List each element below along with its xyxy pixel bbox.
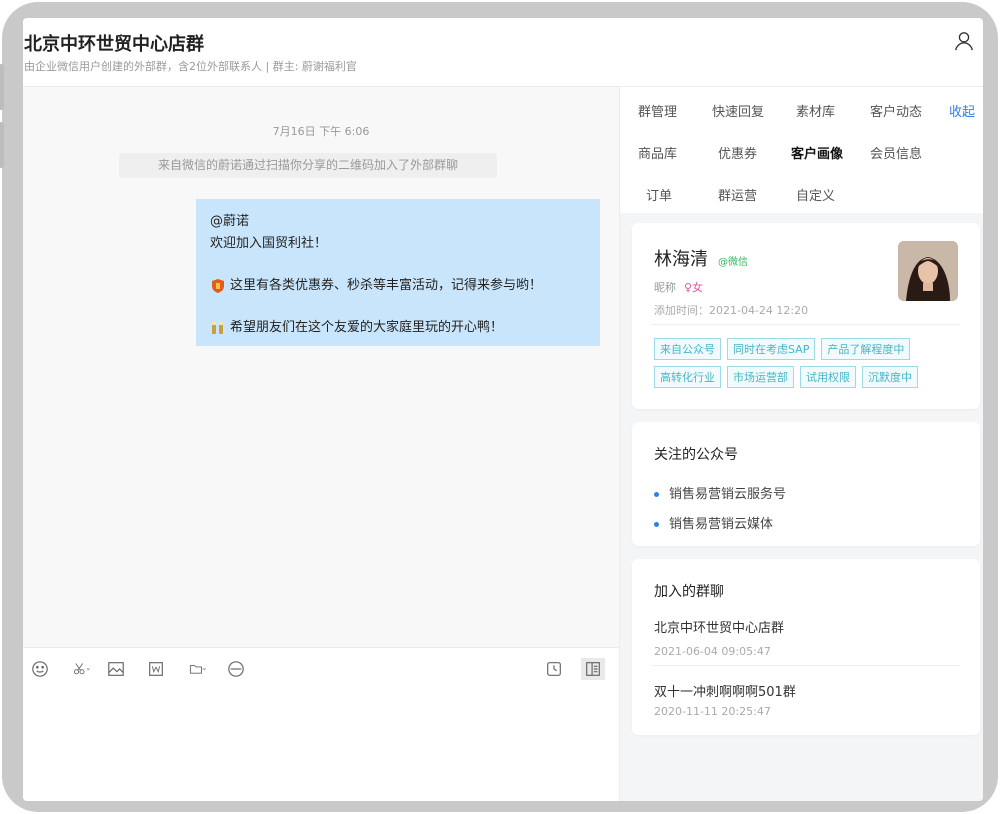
customer-tag[interactable]: 市场运营部 <box>727 366 794 388</box>
message-text: 这里有各类优惠券、秒杀等丰富活动，记得来参与哟！ <box>230 278 543 293</box>
customer-tag[interactable]: 来自公众号 <box>654 338 721 360</box>
divider <box>652 665 960 666</box>
profile-card: 林海清 @微信 昵称 ♀女 添加时间：2021-04-24 12:20 来自公众… <box>632 223 980 409</box>
added-time-label: 添加时间： <box>654 304 709 317</box>
minus-circle-icon[interactable] <box>225 658 247 680</box>
message-text: 希望朋友们在这个友爱的大家庭里玩的开心鸭！ <box>230 320 504 335</box>
tab-customer-dynamics[interactable]: 客户动态 <box>870 101 922 120</box>
folder-icon[interactable] <box>183 658 213 680</box>
tab-quick-reply[interactable]: 快速回复 <box>712 101 764 120</box>
message-time: 7月16日 下午 6:06 <box>272 125 370 138</box>
customer-nickname: 昵称 ♀女 <box>654 279 703 295</box>
tab-collapse[interactable]: 收起 <box>949 101 975 120</box>
added-time: 添加时间：2021-04-24 12:20 <box>654 302 808 318</box>
customer-tag[interactable]: 沉默度中 <box>862 366 918 388</box>
group-subtitle: 由企业微信用户创建的外部群，含2位外部联系人 | 群主: 蔚谢福利官 <box>24 60 357 73</box>
customer-tag[interactable]: 试用权限 <box>800 366 856 388</box>
emoji-icon[interactable] <box>29 658 51 680</box>
user-icon[interactable] <box>953 30 975 52</box>
tablet-frame: 北京中环世贸中心店群 由企业微信用户创建的外部群，含2位外部联系人 | 群主: … <box>0 2 998 812</box>
official-accounts-title: 关注的公众号 <box>654 447 738 463</box>
gender-badge: ♀女 <box>684 281 704 294</box>
tab-product-library[interactable]: 商品库 <box>638 143 677 162</box>
tab-group-manage[interactable]: 群管理 <box>638 101 677 120</box>
side-button <box>0 64 4 110</box>
customer-tag[interactable]: 产品了解程度中 <box>821 338 911 360</box>
chat-header: 北京中环世贸中心店群 由企业微信用户创建的外部群，含2位外部联系人 | 群主: … <box>23 18 983 87</box>
official-accounts-card: 关注的公众号 销售易营销云服务号 销售易营销云媒体 <box>632 422 980 546</box>
message-bubble[interactable]: @蔚诺 欢迎加入国贸利社！ 这里有各类优惠券、秒杀等丰富活动，记得来参与哟！ 希… <box>196 199 600 346</box>
tab-custom[interactable]: 自定义 <box>796 185 835 204</box>
tab-orders[interactable]: 订单 <box>646 185 672 204</box>
official-account-item[interactable]: 销售易营销云媒体 <box>654 513 773 532</box>
message-line: 这里有各类优惠券、秒杀等丰富活动，记得来参与哟！ <box>210 275 586 297</box>
message-line: 希望朋友们在这个友爱的大家庭里玩的开心鸭！ <box>210 317 586 339</box>
gift-emoji-icon <box>212 279 224 293</box>
joined-groups-card: 加入的群聊 北京中环世贸中心店群 2021-06-04 09:05:47 双十一… <box>632 559 980 735</box>
customer-tag[interactable]: 同时在考虑SAP <box>727 338 816 360</box>
side-button <box>0 122 4 168</box>
nickname-label: 昵称 <box>654 281 676 294</box>
word-icon[interactable] <box>145 658 167 680</box>
divider <box>652 324 960 325</box>
sidebar-tabs: 群管理 快速回复 素材库 客户动态 收起 商品库 优惠券 客户画像 会员信息 订… <box>620 87 983 213</box>
chat-area: 7月16日 下午 6:06 来自微信的蔚诺通过扫描你分享的二维码加入了外部群聊 … <box>23 87 619 801</box>
avatar <box>898 241 958 301</box>
scissors-icon[interactable] <box>67 658 97 680</box>
tab-member-info[interactable]: 会员信息 <box>870 143 922 162</box>
tab-group-operations[interactable]: 群运营 <box>718 185 757 204</box>
sidebar-toggle-icon[interactable] <box>581 658 605 680</box>
system-message: 来自微信的蔚诺通过扫描你分享的二维码加入了外部群聊 <box>119 153 497 178</box>
collapse-label: 收起 <box>949 105 976 120</box>
group-name[interactable]: 双十一冲刺啊啊啊501群 <box>654 681 796 700</box>
app-screen: 北京中环世贸中心店群 由企业微信用户创建的外部群，含2位外部联系人 | 群主: … <box>23 18 983 801</box>
added-time-value: 2021-04-24 12:20 <box>709 304 809 317</box>
group-join-time: 2021-06-04 09:05:47 <box>654 645 771 658</box>
joined-groups-title: 加入的群聊 <box>654 584 724 600</box>
tab-customer-profile[interactable]: 客户画像 <box>791 143 843 162</box>
tag-row: 来自公众号 同时在考虑SAP 产品了解程度中 <box>654 338 911 360</box>
clock-icon[interactable] <box>543 658 565 680</box>
group-name[interactable]: 北京中环世贸中心店群 <box>654 617 784 636</box>
cheers-emoji-icon <box>212 322 223 334</box>
group-title: 北京中环世贸中心店群 <box>24 34 204 55</box>
image-icon[interactable] <box>105 658 127 680</box>
tag-row: 高转化行业 市场运营部 试用权限 沉默度中 <box>654 366 918 388</box>
message-line: @蔚诺 <box>210 214 250 229</box>
official-account-item[interactable]: 销售易营销云服务号 <box>654 483 786 502</box>
customer-name: 林海清 <box>654 249 708 270</box>
tab-coupons[interactable]: 优惠券 <box>718 143 757 162</box>
customer-sidebar: 群管理 快速回复 素材库 客户动态 收起 商品库 优惠券 客户画像 会员信息 订… <box>619 87 983 801</box>
tab-material-library[interactable]: 素材库 <box>796 101 835 120</box>
message-line: 欢迎加入国贸利社！ <box>210 236 328 251</box>
customer-tag[interactable]: 高转化行业 <box>654 366 721 388</box>
wechat-source: @微信 <box>718 257 748 268</box>
message-composer[interactable] <box>23 647 619 801</box>
group-join-time: 2020-11-11 20:25:47 <box>654 705 771 718</box>
